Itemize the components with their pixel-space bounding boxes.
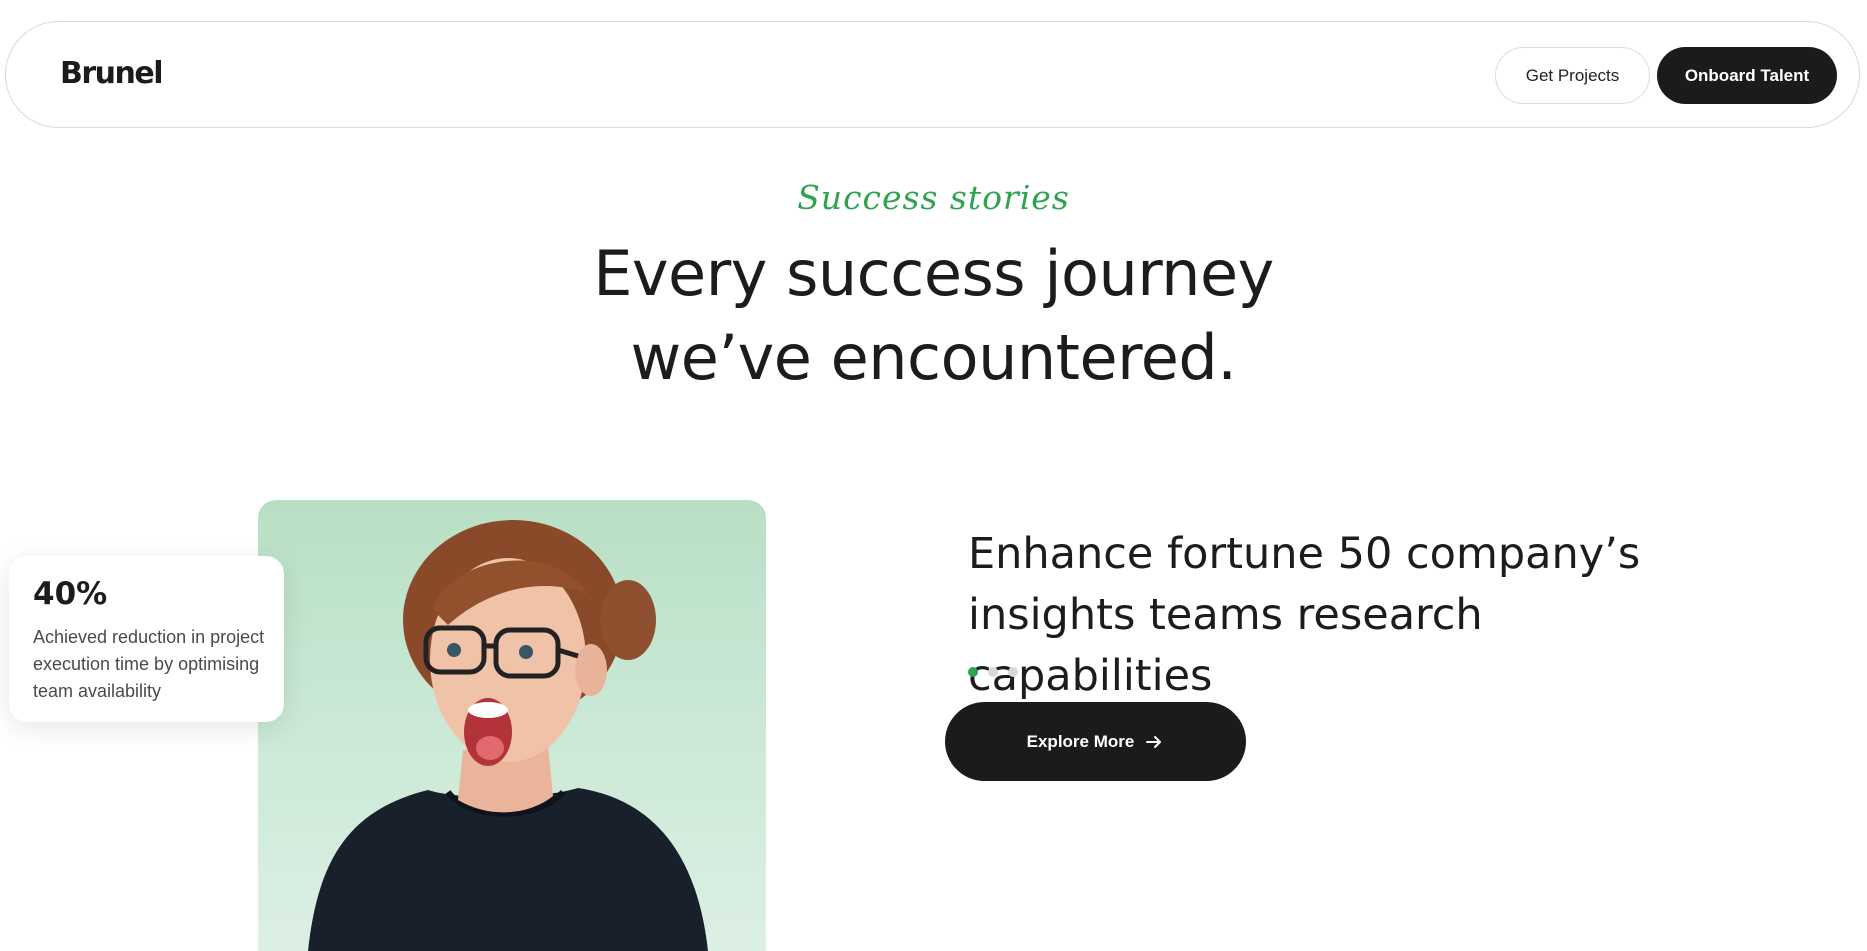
explore-more-button[interactable]: Explore More <box>945 702 1246 781</box>
stat-description: Achieved reduction in project execution … <box>33 627 265 701</box>
story-title: Enhance fortune 50 company’s insights te… <box>968 524 1728 707</box>
explore-more-label: Explore More <box>1026 731 1135 751</box>
carousel-dot-2[interactable] <box>988 667 998 677</box>
get-projects-button[interactable]: Get Projects <box>1495 47 1650 104</box>
story-title-line-1: Enhance fortune 50 company’s <box>968 529 1641 579</box>
carousel-dot-3[interactable] <box>1008 667 1018 677</box>
onboard-talent-button[interactable]: Onboard Talent <box>1657 47 1837 104</box>
stat-value: 40% <box>33 576 108 612</box>
carousel-dot-1[interactable] <box>968 667 978 677</box>
section-title: Every success journey we’ve encountered. <box>0 232 1867 400</box>
section-title-line-2: we’ve encountered. <box>630 321 1237 394</box>
section-eyebrow: Success stories <box>797 178 1070 217</box>
brunel-logo[interactable]: Brunel <box>60 56 164 91</box>
section-title-line-1: Every success journey <box>593 237 1274 310</box>
person-illustration <box>308 520 708 951</box>
success-story-photo <box>258 500 766 951</box>
arrow-right-icon <box>1144 732 1164 752</box>
story-title-line-2: insights teams research capabilities <box>968 590 1483 701</box>
carousel-pagination <box>968 667 1018 677</box>
site-header: Brunel Get Projects Onboard Talent <box>5 21 1860 128</box>
stat-card: 40% Achieved reduction in project execut… <box>9 556 284 722</box>
